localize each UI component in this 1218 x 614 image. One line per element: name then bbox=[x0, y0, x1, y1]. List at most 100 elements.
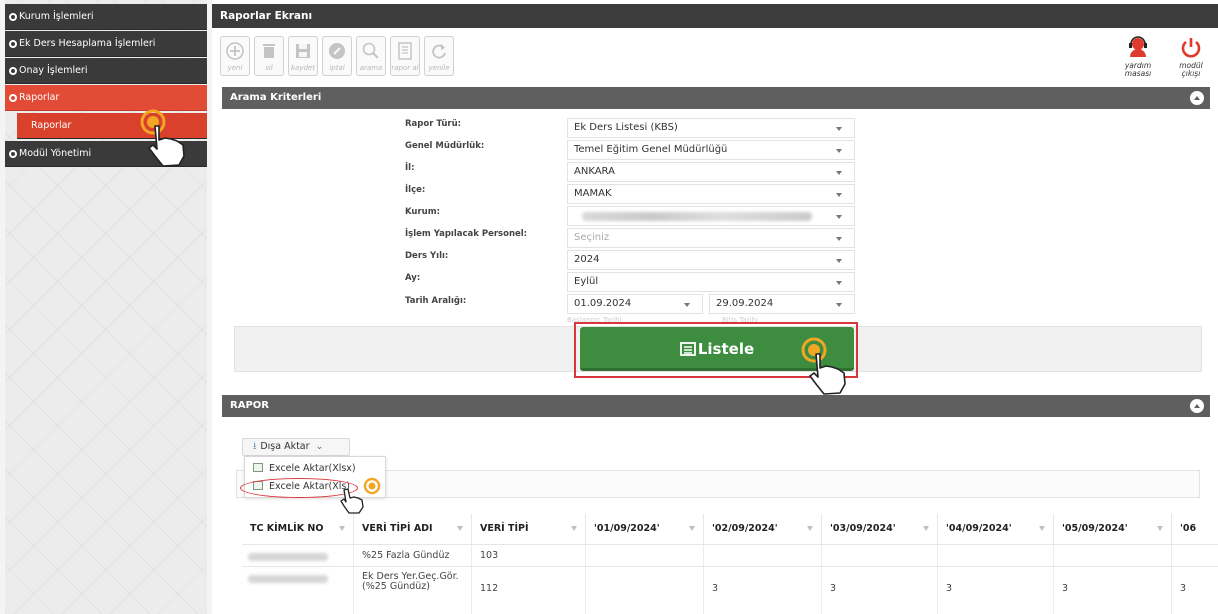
sidebar-item-label: Raporlar bbox=[19, 92, 60, 103]
export-xlsx-option[interactable]: Excele Aktar(Xlsx) bbox=[253, 463, 356, 474]
column-header-date-04[interactable]: '04/09/2024' bbox=[938, 514, 1054, 544]
data-type-cell: 112 bbox=[472, 567, 586, 614]
page-title: Raporlar Ekranı bbox=[212, 4, 1218, 28]
personnel-select[interactable]: Seçiniz bbox=[567, 228, 855, 248]
redacted-value bbox=[582, 212, 812, 221]
report-type-label: Rapor Türü: bbox=[405, 119, 462, 129]
collapse-icon[interactable] bbox=[1190, 399, 1204, 413]
new-button[interactable]: yeni bbox=[220, 36, 250, 76]
course-year-label: Ders Yılı: bbox=[405, 251, 449, 261]
filter-icon[interactable] bbox=[1157, 526, 1163, 531]
save-button[interactable]: kaydet bbox=[288, 36, 318, 76]
report-type-select[interactable]: Ek Ders Listesi (KBS) bbox=[567, 118, 855, 138]
date-cell: 3 bbox=[704, 567, 822, 614]
headset-icon bbox=[1129, 36, 1147, 57]
date-cell bbox=[1054, 545, 1172, 566]
tc-cell bbox=[242, 567, 354, 614]
institution-label: Kurum: bbox=[405, 207, 440, 217]
sidebar: Kurum İşlemleri Ek Ders Hesaplama İşleml… bbox=[5, 0, 207, 614]
month-select[interactable]: Eylül bbox=[567, 272, 855, 292]
power-icon bbox=[1181, 38, 1201, 58]
district-label: İlçe: bbox=[405, 185, 426, 195]
cancel-icon bbox=[329, 43, 345, 59]
date-cell bbox=[704, 545, 822, 566]
cancel-button[interactable]: iptal bbox=[322, 36, 352, 76]
report-table: TC KİMLİK NO VERİ TİPİ ADI VERİ TİPİ '01… bbox=[242, 514, 1218, 614]
collapse-icon[interactable] bbox=[1190, 91, 1204, 105]
date-cell bbox=[586, 545, 704, 566]
end-date-select[interactable]: 29.09.2024 bbox=[709, 294, 855, 314]
column-header-date-05[interactable]: '05/09/2024' bbox=[1054, 514, 1172, 544]
circle-bullet-icon bbox=[9, 40, 17, 48]
column-header-tc[interactable]: TC KİMLİK NO bbox=[242, 514, 354, 544]
sidebar-item-label: Raporlar bbox=[31, 120, 72, 131]
filter-icon[interactable] bbox=[571, 526, 577, 531]
table-row: %25 Fazla Gündüz 103 bbox=[242, 544, 1218, 566]
date-cell: 3 bbox=[822, 567, 938, 614]
column-header-date-06[interactable]: '06 bbox=[1172, 514, 1218, 544]
trash-icon bbox=[263, 44, 275, 58]
sidebar-item-label: Onay İşlemleri bbox=[19, 65, 88, 76]
month-label: Ay: bbox=[405, 273, 421, 283]
sidebar-item-label: Kurum İşlemleri bbox=[19, 11, 94, 22]
sidebar-item-onay-islemleri[interactable]: Onay İşlemleri bbox=[5, 58, 207, 84]
data-type-name-cell: %25 Fazla Gündüz bbox=[354, 545, 472, 566]
institution-select[interactable] bbox=[567, 206, 855, 226]
date-cell bbox=[822, 545, 938, 566]
column-header-date-01[interactable]: '01/09/2024' bbox=[586, 514, 704, 544]
download-icon: ⭳ bbox=[253, 441, 257, 452]
sidebar-item-label: Modül Yönetimi bbox=[19, 148, 92, 159]
circle-bullet-icon bbox=[9, 150, 17, 158]
filter-icon[interactable] bbox=[339, 526, 345, 531]
toolbar: yeni sil kaydet iptal arama rapor al yen… bbox=[212, 30, 1218, 80]
refresh-button[interactable]: yenile bbox=[424, 36, 454, 76]
course-year-select[interactable]: 2024 bbox=[567, 250, 855, 270]
chevron-down-icon bbox=[836, 281, 842, 285]
hand-pointer-icon bbox=[140, 109, 185, 167]
filter-icon[interactable] bbox=[689, 526, 695, 531]
refresh-icon bbox=[432, 44, 446, 59]
date-cell: 3 bbox=[1054, 567, 1172, 614]
sidebar-item-ek-ders-hesaplama[interactable]: Ek Ders Hesaplama İşlemleri bbox=[5, 31, 207, 57]
data-type-name-cell: Ek Ders Yer.Geç.Gör.(%25 Gündüz) bbox=[354, 567, 472, 614]
column-header-date-03[interactable]: '03/09/2024' bbox=[822, 514, 938, 544]
column-header-veri-tipi-adi[interactable]: VERİ TİPİ ADI bbox=[354, 514, 472, 544]
date-cell: 3 bbox=[1180, 583, 1187, 594]
plus-circle-icon bbox=[226, 42, 244, 60]
delete-button[interactable]: sil bbox=[254, 36, 284, 76]
filter-icon[interactable] bbox=[1039, 526, 1045, 531]
filter-icon[interactable] bbox=[457, 526, 463, 531]
report-button[interactable]: rapor al bbox=[390, 36, 420, 76]
column-header-veri-tipi[interactable]: VERİ TİPİ bbox=[472, 514, 586, 544]
date-range-label: Tarih Aralığı: bbox=[405, 296, 467, 306]
column-header-date-02[interactable]: '02/09/2024' bbox=[704, 514, 822, 544]
date-cell bbox=[586, 567, 704, 614]
chevron-down-icon bbox=[836, 193, 842, 197]
province-select[interactable]: ANKARA bbox=[567, 162, 855, 182]
list-icon bbox=[679, 342, 696, 356]
directorate-select[interactable]: Temel Eğitim Genel Müdürlüğü bbox=[567, 140, 855, 160]
search-criteria-header: Arama Kriterleri bbox=[222, 87, 1210, 109]
search-button[interactable]: arama bbox=[356, 36, 386, 76]
sidebar-item-label: Ek Ders Hesaplama İşlemleri bbox=[19, 38, 156, 49]
district-select[interactable]: MAMAK bbox=[567, 184, 855, 204]
sidebar-item-kurum-islemleri[interactable]: Kurum İşlemleri bbox=[5, 4, 207, 30]
excel-icon bbox=[253, 463, 263, 472]
save-icon bbox=[296, 44, 310, 58]
start-date-select[interactable]: 01.09.2024 bbox=[567, 294, 703, 314]
export-dropdown-button[interactable]: ⭳ Dışa Aktar ⌄ bbox=[242, 438, 350, 456]
filter-icon[interactable] bbox=[923, 526, 929, 531]
hand-pointer-icon bbox=[801, 337, 846, 395]
chevron-down-icon bbox=[836, 237, 842, 241]
circle-bullet-icon bbox=[9, 94, 17, 102]
circle-bullet-icon bbox=[9, 13, 17, 21]
filter-icon[interactable] bbox=[807, 526, 813, 531]
hand-pointer-icon bbox=[340, 477, 381, 514]
module-exit-button[interactable]: modül çıkışı bbox=[1174, 36, 1208, 78]
date-cell bbox=[938, 545, 1054, 566]
data-type-cell: 103 bbox=[472, 545, 586, 566]
date-cell: 3 bbox=[938, 567, 1054, 614]
help-desk-button[interactable]: yardım masası bbox=[1120, 36, 1156, 78]
main-content: Raporlar Ekranı yeni sil kaydet iptal ar… bbox=[212, 0, 1218, 614]
chevron-down-icon bbox=[836, 149, 842, 153]
